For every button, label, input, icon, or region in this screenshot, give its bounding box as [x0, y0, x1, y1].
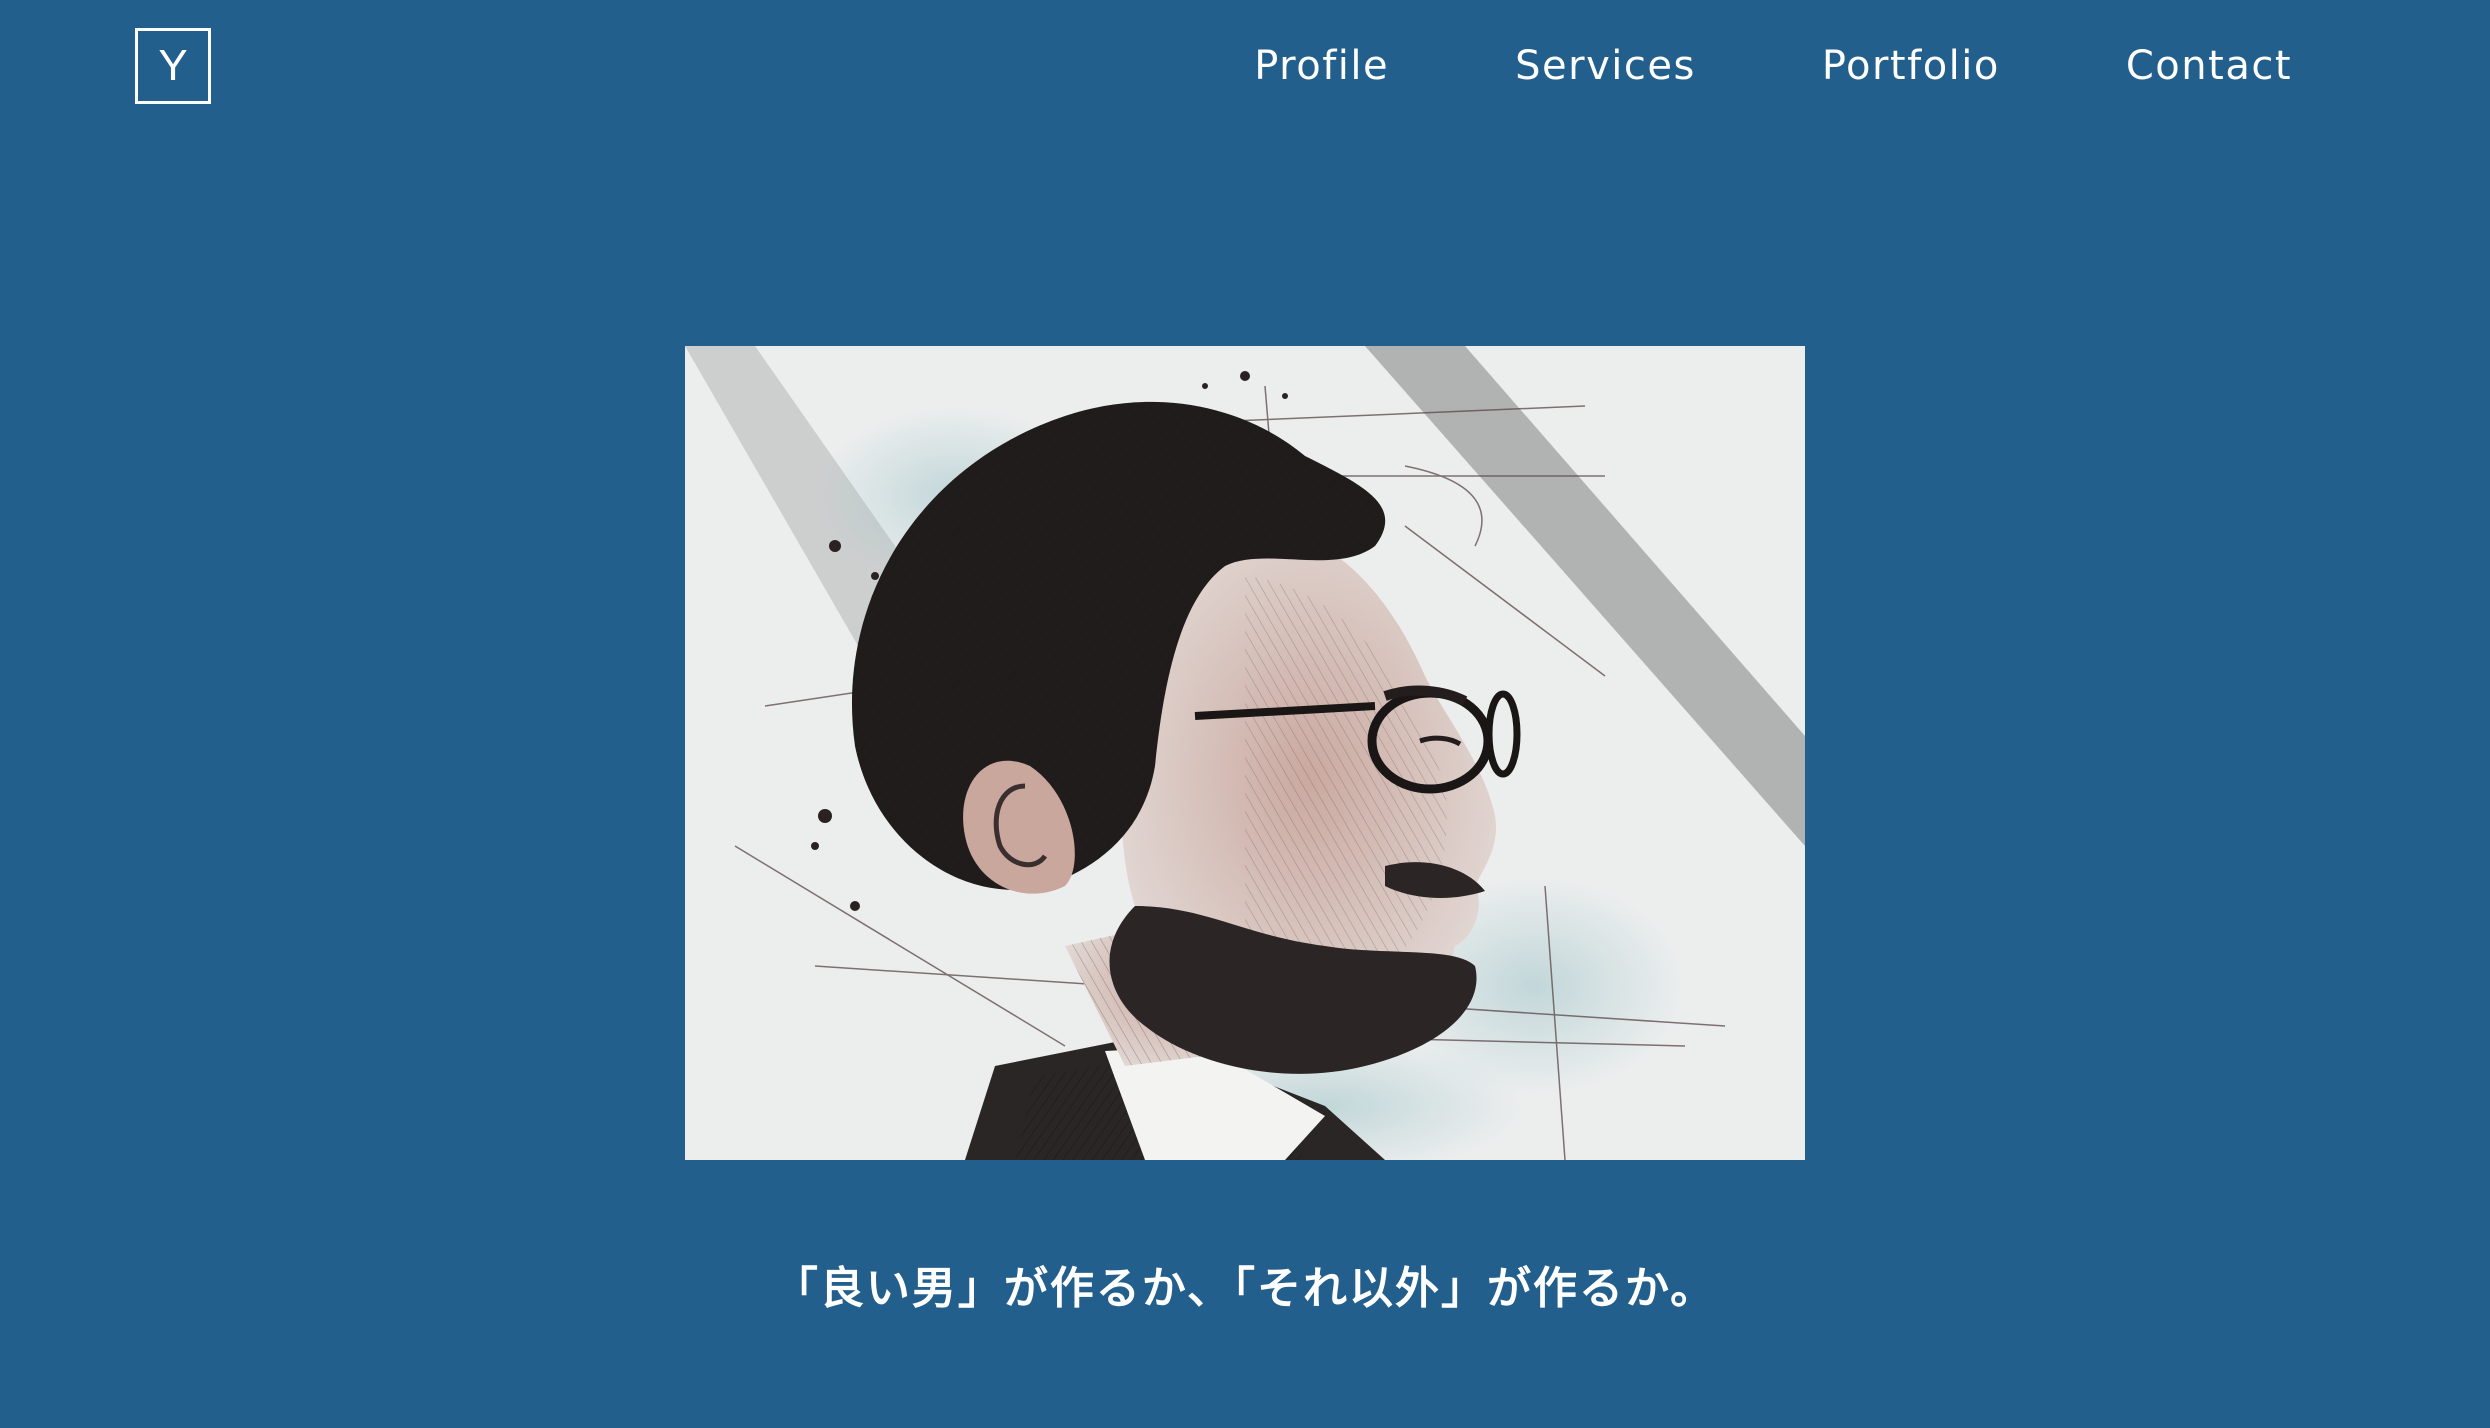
site-header: Y Profile Services Portfolio Contact [0, 0, 2490, 140]
main-nav: Profile Services Portfolio Contact [1254, 38, 2292, 94]
nav-services[interactable]: Services [1515, 38, 1696, 94]
nav-portfolio[interactable]: Portfolio [1822, 38, 2000, 94]
tagline-text: 「良い男」が作るか、「それ以外」が作るか。 [773, 1263, 1717, 1314]
hero-portrait-image [685, 346, 1805, 1160]
portrait-illustration [685, 346, 1805, 1160]
logo-y[interactable]: Y [135, 28, 211, 104]
nav-profile[interactable]: Profile [1254, 38, 1389, 94]
nav-contact[interactable]: Contact [2126, 38, 2292, 94]
